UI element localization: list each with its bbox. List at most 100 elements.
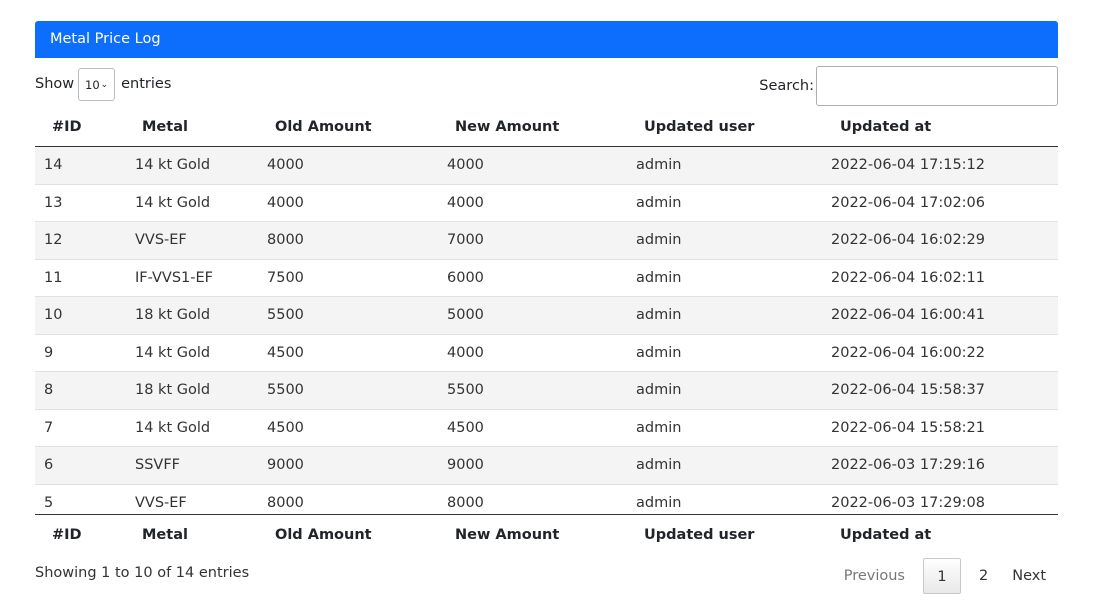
cell-updated-at: 2022-06-04 16:00:22 — [831, 334, 1058, 372]
cell-new-amount: 6000 — [447, 259, 636, 297]
cell-id: 13 — [35, 184, 135, 222]
footer-column-updated-at: Updated at — [840, 526, 932, 543]
cell-old-amount: 8000 — [267, 484, 447, 514]
cell-metal: 14 kt Gold — [135, 146, 267, 185]
table-row: 14 14 kt Gold 4000 4000 admin 2022-06-04 17:1… — [35, 146, 1058, 185]
table-row: 10 18 kt Gold 5500 5000 admin 2022-06-04 16:0… — [35, 296, 1058, 335]
metal-price-log-card: Metal Price Log Show 10 ⌄ entries Search… — [35, 21, 1058, 599]
cell-updated-at: 2022-06-04 17:15:12 — [831, 146, 1058, 185]
cell-new-amount: 8000 — [447, 484, 636, 514]
table-row: 9 14 kt Gold 4500 4000 admin 2022-06-04 16:00… — [35, 334, 1058, 372]
show-label: Show — [35, 75, 75, 92]
cell-metal: VVS-EF — [135, 221, 267, 260]
cell-updated-at: 2022-06-03 17:29:08 — [831, 484, 1058, 514]
cell-updated-at: 2022-06-04 16:02:11 — [831, 259, 1058, 297]
cell-updated-at: 2022-06-04 16:02:29 — [831, 221, 1058, 260]
header-row: #ID Metal Old Amount New Amount Updated … — [35, 108, 1058, 147]
cell-id: 8 — [35, 371, 135, 410]
column-header-id[interactable]: #ID — [35, 108, 135, 147]
cell-metal: SSVFF — [135, 446, 267, 485]
cell-updated-user: admin — [636, 371, 831, 410]
footer-column-id: #ID — [52, 526, 82, 543]
table-scroll-body[interactable]: 14 14 kt Gold 4000 4000 admin 2022-06-04 17:1… — [35, 146, 1058, 515]
cell-updated-user: admin — [636, 334, 831, 372]
footer-column-old-amount: Old Amount — [275, 526, 372, 543]
column-header-updated-user[interactable]: Updated user — [636, 108, 831, 147]
entries-length-control: Show 10 ⌄ entries — [35, 66, 171, 101]
cell-updated-user: admin — [636, 409, 831, 447]
cell-old-amount: 5500 — [267, 371, 447, 410]
cell-updated-at: 2022-06-04 15:58:21 — [831, 409, 1058, 447]
column-header-old-amount[interactable]: Old Amount — [267, 108, 447, 147]
cell-updated-user: admin — [636, 446, 831, 485]
cell-old-amount: 4500 — [267, 409, 447, 447]
page-button-2[interactable]: 2 — [967, 558, 1000, 594]
table-row: 12 VVS-EF 8000 7000 admin 2022-06-04 16:02:29 — [35, 221, 1058, 260]
entries-per-page-value: 10 — [85, 77, 100, 92]
cell-new-amount: 4500 — [447, 409, 636, 447]
cell-old-amount: 7500 — [267, 259, 447, 297]
next-page-button[interactable]: Next — [1000, 558, 1058, 594]
cell-id: 6 — [35, 446, 135, 485]
table-row: 5 VVS-EF 8000 8000 admin 2022-06-03 17:29:08 — [35, 484, 1058, 514]
cell-metal: IF-VVS1-EF — [135, 259, 267, 297]
footer-column-updated-user: Updated user — [644, 526, 755, 543]
cell-id: 5 — [35, 484, 135, 514]
cell-updated-at: 2022-06-03 17:29:16 — [831, 446, 1058, 485]
cell-metal: 14 kt Gold — [135, 409, 267, 447]
search-label: Search: — [759, 78, 814, 94]
footer-header-row: #ID Metal Old Amount New Amount Updated … — [35, 515, 1058, 555]
cell-updated-user: admin — [636, 259, 831, 297]
footer-column-metal: Metal — [142, 526, 188, 543]
search-control: Search: — [759, 66, 1058, 106]
cell-old-amount: 4000 — [267, 184, 447, 222]
cell-updated-user: admin — [636, 146, 831, 185]
cell-updated-user: admin — [636, 184, 831, 222]
cell-updated-at: 2022-06-04 15:58:37 — [831, 371, 1058, 410]
cell-old-amount: 8000 — [267, 221, 447, 260]
cell-metal: 18 kt Gold — [135, 296, 267, 335]
cell-new-amount: 5000 — [447, 296, 636, 335]
card-title: Metal Price Log — [35, 21, 1058, 58]
column-header-new-amount[interactable]: New Amount — [447, 108, 636, 147]
cell-id: 12 — [35, 221, 135, 260]
column-header-updated-at[interactable]: Updated at — [831, 108, 1058, 147]
price-log-table: 14 14 kt Gold 4000 4000 admin 2022-06-04 17:1… — [35, 146, 1058, 514]
entries-info: Showing 1 to 10 of 14 entries — [35, 564, 250, 581]
cell-old-amount: 9000 — [267, 446, 447, 485]
cell-updated-user: admin — [636, 484, 831, 514]
previous-page-button[interactable]: Previous — [832, 558, 917, 594]
table-footer: Showing 1 to 10 of 14 entries Previous 1… — [35, 555, 1058, 599]
cell-metal: 14 kt Gold — [135, 184, 267, 222]
cell-new-amount: 4000 — [447, 334, 636, 372]
search-input[interactable] — [816, 66, 1058, 106]
table-row: 6 SSVFF 9000 9000 admin 2022-06-03 17:29:16 — [35, 446, 1058, 485]
cell-new-amount: 4000 — [447, 146, 636, 185]
table-row: 7 14 kt Gold 4500 4500 admin 2022-06-04 15:58… — [35, 409, 1058, 447]
cell-old-amount: 4000 — [267, 146, 447, 185]
table-header: #ID Metal Old Amount New Amount Updated … — [35, 108, 1058, 147]
cell-id: 11 — [35, 259, 135, 297]
footer-column-new-amount: New Amount — [455, 526, 560, 543]
cell-id: 10 — [35, 296, 135, 335]
cell-metal: VVS-EF — [135, 484, 267, 514]
table-row: 11 IF-VVS1-EF 7500 6000 admin 2022-06-04 16:0… — [35, 259, 1058, 297]
chevron-down-icon: ⌄ — [100, 79, 109, 90]
cell-new-amount: 7000 — [447, 221, 636, 260]
cell-new-amount: 4000 — [447, 184, 636, 222]
cell-updated-user: admin — [636, 296, 831, 335]
entries-per-page-select[interactable]: 10 ⌄ — [78, 68, 116, 101]
column-header-metal[interactable]: Metal — [135, 108, 267, 147]
cell-updated-user: admin — [636, 221, 831, 260]
cell-updated-at: 2022-06-04 16:00:41 — [831, 296, 1058, 335]
cell-old-amount: 4500 — [267, 334, 447, 372]
table-footer-header: #ID Metal Old Amount New Amount Updated … — [35, 515, 1058, 555]
pagination: Previous 1 2 Next — [832, 555, 1058, 595]
table-row: 8 18 kt Gold 5500 5500 admin 2022-06-04 15:58… — [35, 371, 1058, 410]
cell-old-amount: 5500 — [267, 296, 447, 335]
cell-metal: 14 kt Gold — [135, 334, 267, 372]
table-controls: Show 10 ⌄ entries Search: — [35, 58, 1058, 108]
cell-metal: 18 kt Gold — [135, 371, 267, 410]
page-button-1[interactable]: 1 — [922, 557, 961, 594]
cell-new-amount: 5500 — [447, 371, 636, 410]
